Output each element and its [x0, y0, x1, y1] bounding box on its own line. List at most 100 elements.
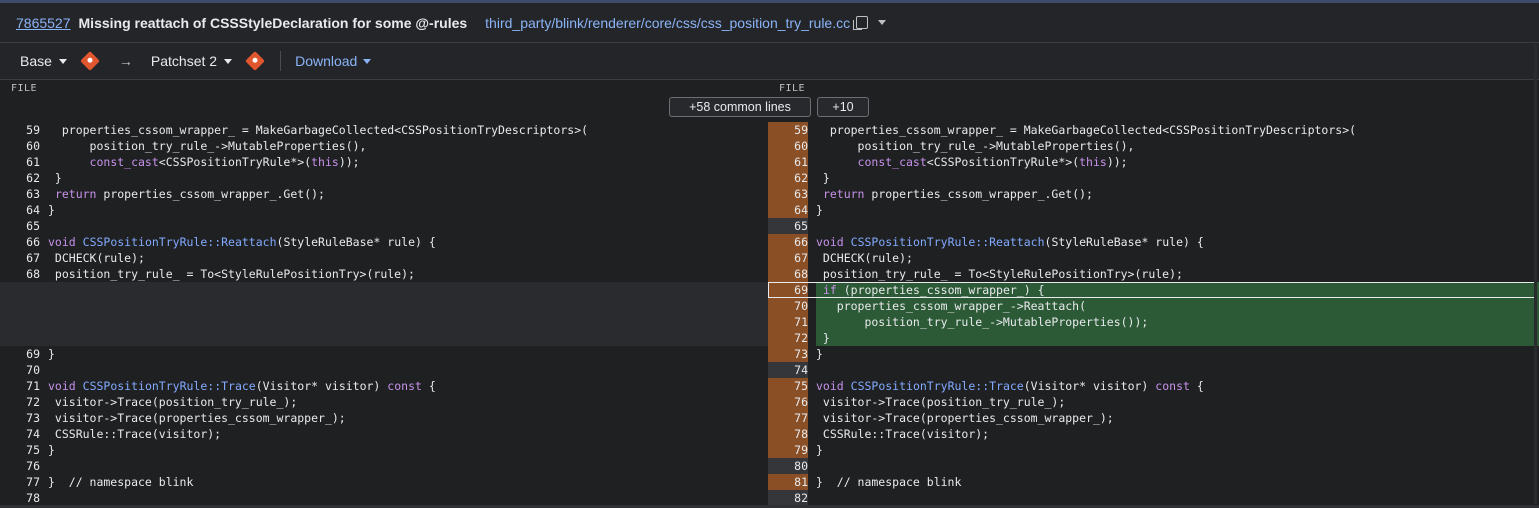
right-code-line: position_try_rule_ = To<StyleRulePositio… [816, 267, 1183, 281]
left-line-number[interactable]: 75 [0, 442, 40, 458]
left-line-number[interactable]: 63 [0, 186, 40, 202]
left-line-number[interactable]: 69 [0, 346, 40, 362]
right-line-number[interactable]: 76 [768, 394, 808, 410]
right-line-number[interactable]: 64 [768, 202, 808, 218]
right-line-number[interactable]: 72 [768, 330, 808, 346]
right-code-line: position_try_rule_->MutableProperties(), [816, 139, 1135, 153]
left-line-number[interactable]: 74 [0, 426, 40, 442]
right-code-line [816, 218, 1539, 234]
expand-common-lines-button[interactable]: +58 common lines [669, 97, 811, 117]
chevron-down-icon[interactable] [878, 20, 887, 25]
diff-row: 69 if (properties_cssom_wrapper_) { [0, 282, 1539, 298]
right-line-number[interactable]: 61 [768, 154, 808, 170]
right-line-number[interactable]: 81 [768, 474, 808, 490]
base-dropdown-label: Base [20, 53, 52, 69]
left-line-number[interactable]: 68 [0, 266, 40, 282]
right-code-line: properties_cssom_wrapper_->Reattach( [816, 298, 1539, 314]
download-dropdown[interactable]: Download [295, 53, 372, 69]
right-code-line: } [816, 347, 823, 361]
right-line-number[interactable]: 66 [768, 234, 808, 250]
diff-row: 74 CSSRule::Trace(visitor); 78 CSSRule::T… [0, 426, 1539, 442]
right-line-number[interactable]: 70 [768, 298, 808, 314]
right-line-number[interactable]: 82 [768, 490, 808, 506]
left-line-number[interactable]: 64 [0, 202, 40, 218]
left-line-number[interactable]: 70 [0, 362, 40, 378]
left-line-number[interactable]: 71 [0, 378, 40, 394]
left-code-line: position_try_rule_ = To<StyleRulePositio… [48, 267, 415, 281]
right-line-number[interactable]: 62 [768, 170, 808, 186]
expand-more-lines-button[interactable]: +10 [817, 97, 869, 117]
diff-row: 71 void CSSPositionTryRule::Trace(Visitor… [0, 378, 1539, 394]
diff-row: 60 position_try_rule_->MutableProperties… [0, 138, 1539, 154]
left-code-line: DCHECK(rule); [48, 251, 145, 265]
left-code-line [0, 298, 768, 314]
right-line-number[interactable]: 65 [768, 218, 808, 234]
change-subject: Missing reattach of CSSStyleDeclaration … [78, 14, 468, 31]
diff-row: 64} 64} [0, 202, 1539, 218]
diff-row: 69} 73} [0, 346, 1539, 362]
left-line-number[interactable]: 59 [0, 122, 40, 138]
left-line-number[interactable]: 60 [0, 138, 40, 154]
change-number-link[interactable]: 7865527 [16, 15, 71, 31]
left-line-number[interactable]: 72 [0, 394, 40, 410]
patchset-toolbar: Base → Patchset 2 Download [0, 43, 1539, 80]
right-line-number[interactable]: 75 [768, 378, 808, 394]
left-line-number[interactable]: 78 [0, 490, 40, 506]
right-line-number[interactable]: 78 [768, 426, 808, 442]
patchset-dropdown[interactable]: Patchset 2 [151, 53, 233, 69]
right-file-header: FILE [779, 83, 806, 94]
right-code-line: visitor->Trace(position_try_rule_); [816, 395, 1066, 409]
diff-header: 7865527 Missing reattach of CSSStyleDecl… [0, 3, 1539, 43]
left-code-line [0, 330, 768, 346]
right-code-line: } [816, 171, 830, 185]
left-code-line [0, 314, 768, 330]
left-line-number[interactable]: 61 [0, 154, 40, 170]
left-code-line [48, 458, 768, 474]
right-code-line: } // namespace blink [816, 475, 962, 489]
diff-row: 73 visitor->Trace(properties_cssom_wrapp… [0, 410, 1539, 426]
left-code-line: visitor->Trace(position_try_rule_); [48, 395, 298, 409]
left-code-line: } [48, 443, 55, 457]
left-line-number[interactable]: 73 [0, 410, 40, 426]
right-line-number[interactable]: 73 [768, 346, 808, 362]
left-code-line: void CSSPositionTryRule::Reattach(StyleR… [48, 235, 436, 249]
left-line-number[interactable]: 77 [0, 474, 40, 490]
right-code-line: void CSSPositionTryRule::Trace(Visitor* … [816, 379, 1204, 393]
left-line-number[interactable]: 67 [0, 250, 40, 266]
diff-row: 75} 79} [0, 442, 1539, 458]
left-code-line: } [48, 203, 55, 217]
right-line-number[interactable]: 79 [768, 442, 808, 458]
diff-row: 68 position_try_rule_ = To<StyleRulePosi… [0, 266, 1539, 282]
right-code-line: DCHECK(rule); [816, 251, 913, 265]
left-line-number[interactable]: 62 [0, 170, 40, 186]
left-line-number[interactable]: 65 [0, 218, 40, 234]
file-path-link[interactable]: third_party/blink/renderer/core/css/css_… [485, 15, 850, 31]
diff-row: 77} // namespace blink 81} // namespace b… [0, 474, 1539, 490]
right-line-number[interactable]: 59 [768, 122, 808, 138]
left-line-number[interactable]: 66 [0, 234, 40, 250]
vertical-scrollbar[interactable] [1534, 44, 1537, 504]
right-line-number[interactable]: 60 [768, 138, 808, 154]
base-dropdown[interactable]: Base [20, 53, 67, 69]
left-line-number[interactable]: 76 [0, 458, 40, 474]
left-code-line [48, 362, 768, 378]
right-line-number[interactable]: 68 [768, 266, 808, 282]
right-code-line [816, 490, 1539, 506]
right-line-number[interactable]: 74 [768, 362, 808, 378]
git-icon [245, 51, 265, 71]
right-code-line: properties_cssom_wrapper_ = MakeGarbageC… [816, 123, 1357, 137]
right-line-number[interactable]: 63 [768, 186, 808, 202]
left-code-line [0, 282, 768, 298]
diff-row: 59 properties_cssom_wrapper_ = MakeGarba… [0, 122, 1539, 138]
right-code-line [816, 362, 1539, 378]
right-line-number[interactable]: 71 [768, 314, 808, 330]
right-code-line: position_try_rule_->MutableProperties())… [816, 314, 1539, 330]
diff-row: 66 void CSSPositionTryRule::Reattach(Styl… [0, 234, 1539, 250]
right-code-line: return properties_cssom_wrapper_.Get(); [822, 187, 1093, 201]
diff-row: 78 82 [0, 490, 1539, 506]
diff-row: 61 const_cast<CSSPositionTryRule*>(this)… [0, 154, 1539, 170]
copy-icon[interactable] [853, 16, 869, 30]
right-line-number[interactable]: 67 [768, 250, 808, 266]
right-line-number[interactable]: 80 [768, 458, 808, 474]
right-line-number[interactable]: 77 [768, 410, 808, 426]
